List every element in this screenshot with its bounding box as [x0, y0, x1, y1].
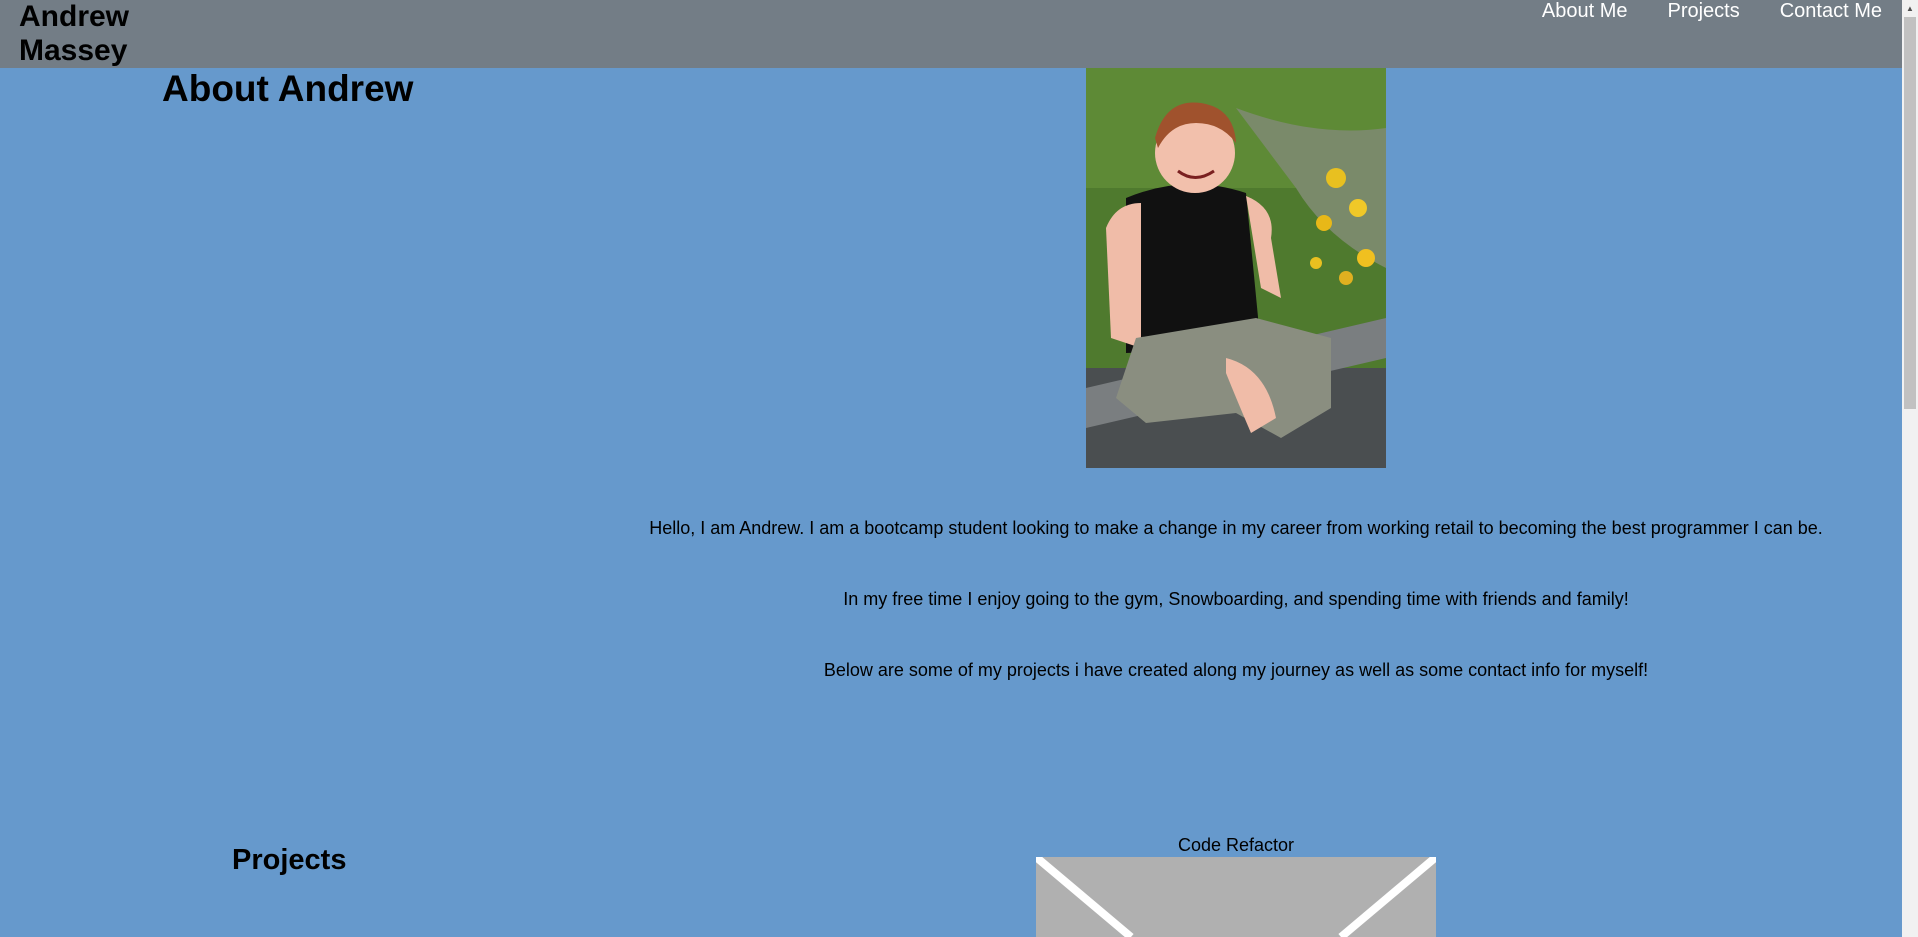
about-heading: About Andrew — [162, 68, 414, 109]
site-brand: Andrew Massey — [19, 0, 130, 67]
bio-paragraph-projects-note: Below are some of my projects i have cre… — [823, 660, 1649, 680]
bio-paragraph-hobbies: In my free time I enjoy going to the gym… — [843, 589, 1629, 609]
profile-photo-illustration — [1086, 68, 1386, 468]
nav-link-projects[interactable]: Projects — [1667, 0, 1739, 22]
nav-link-about-me[interactable]: About Me — [1542, 0, 1628, 22]
bio-paragraph-intro: Hello, I am Andrew. I am a bootcamp stud… — [649, 518, 1823, 538]
scrollbar-thumb[interactable] — [1904, 17, 1916, 409]
site-header: Andrew Massey About Me Projects Contact … — [0, 0, 1902, 68]
projects-heading: Projects — [232, 844, 347, 876]
scroll-up-arrow-icon[interactable]: ▲ — [1902, 0, 1918, 16]
nav-link-contact-me[interactable]: Contact Me — [1780, 0, 1882, 22]
profile-photo — [1086, 68, 1386, 468]
broken-image-placeholder-icon — [1036, 857, 1436, 937]
project-thumbnail[interactable] — [1036, 857, 1436, 937]
page-scrollbar[interactable]: ▲ — [1902, 0, 1918, 937]
main-nav: About Me Projects Contact Me — [1542, 0, 1882, 22]
project-title: Code Refactor — [1177, 835, 1295, 855]
